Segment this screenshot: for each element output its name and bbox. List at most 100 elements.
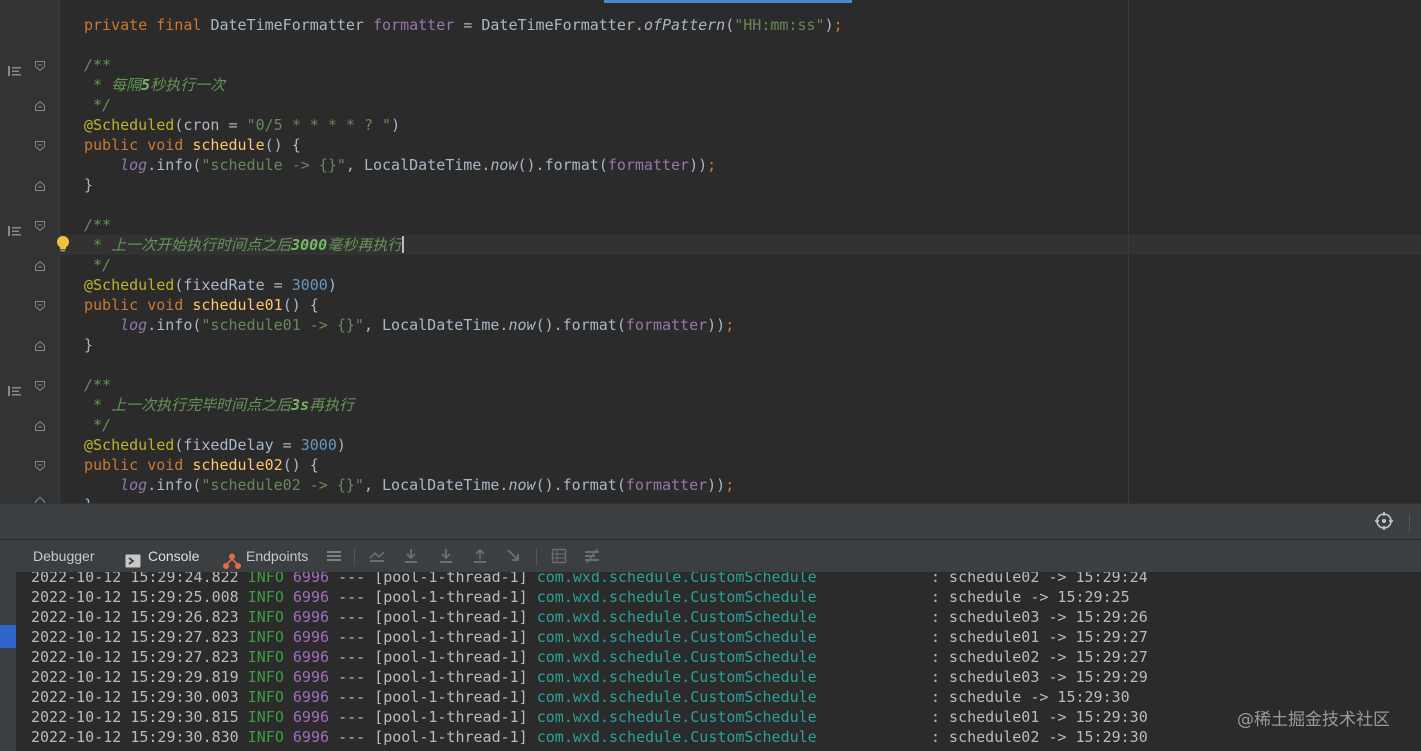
code-line[interactable]: log.info("schedule01 -> {}", LocalDateTi… xyxy=(84,315,843,335)
log-class: com.wxd.schedule.CustomSchedule xyxy=(536,572,817,586)
fold-end-icon[interactable] xyxy=(35,101,45,111)
log-line[interactable]: 2022-10-12 15:29:24.822 INFO 6996 --- [p… xyxy=(31,572,1148,587)
active-tab-indicator xyxy=(604,0,852,3)
code-line[interactable]: public void schedule02() { xyxy=(84,455,843,475)
tab-endpoints[interactable]: Endpoints xyxy=(223,540,308,573)
fold-collapse-icon[interactable] xyxy=(35,381,45,391)
code-token: */ xyxy=(84,256,112,274)
code-token: .info( xyxy=(147,156,202,174)
log-level: INFO xyxy=(247,588,284,606)
code-token: , LocalDateTime. xyxy=(363,316,509,334)
code-line[interactable]: /** xyxy=(84,375,843,395)
fold-collapse-icon[interactable] xyxy=(35,461,45,471)
tab-debugger[interactable]: Debugger xyxy=(33,540,95,573)
code-line[interactable]: log.info("schedule02 -> {}", LocalDateTi… xyxy=(84,475,843,495)
log-timestamp: 2022-10-12 15:29:25.008 xyxy=(31,588,239,606)
fold-collapse-icon[interactable] xyxy=(35,141,45,151)
evaluate-expression-icon[interactable] xyxy=(551,548,567,564)
log-line[interactable]: 2022-10-12 15:29:27.823 INFO 6996 --- [p… xyxy=(31,627,1148,647)
code-token: )) xyxy=(707,316,726,334)
crosshair-icon[interactable] xyxy=(1375,512,1393,530)
code-token: log xyxy=(120,316,148,334)
tab-console-label: Console xyxy=(148,548,200,564)
menu-icon[interactable] xyxy=(326,548,342,564)
fold-end-icon[interactable] xyxy=(35,181,45,191)
fold-collapse-icon[interactable] xyxy=(35,61,45,71)
code-line[interactable]: * 上一次执行完毕时间点之后3s再执行 xyxy=(84,395,843,415)
code-line[interactable]: @Scheduled(fixedRate = 3000) xyxy=(84,275,843,295)
implementation-marker-icon[interactable] xyxy=(8,61,22,76)
log-line[interactable]: 2022-10-12 15:29:27.823 INFO 6996 --- [p… xyxy=(31,647,1148,667)
code-line[interactable]: } xyxy=(84,495,843,503)
log-level: INFO xyxy=(247,708,284,726)
code-line[interactable]: } xyxy=(84,175,843,195)
fold-end-icon[interactable] xyxy=(35,261,45,271)
log-timestamp: 2022-10-12 15:29:30.003 xyxy=(31,688,239,706)
run-to-cursor-icon[interactable] xyxy=(506,548,522,564)
code-line[interactable]: * 每隔5秒执行一次 xyxy=(84,75,843,95)
code-token: .info( xyxy=(147,316,202,334)
lightbulb-icon[interactable] xyxy=(55,235,71,253)
fold-end-icon[interactable] xyxy=(35,421,45,431)
source-code[interactable]: private final DateTimeFormatter formatte… xyxy=(84,15,843,503)
code-line[interactable]: * 上一次开始执行时间点之后3000毫秒再执行 xyxy=(84,235,843,255)
log-timestamp: 2022-10-12 15:29:27.823 xyxy=(31,648,239,666)
code-token: ) xyxy=(327,276,337,294)
code-line[interactable] xyxy=(84,355,843,375)
code-token: 3s xyxy=(291,396,310,414)
code-editor[interactable]: private final DateTimeFormatter formatte… xyxy=(0,0,1421,503)
tab-console[interactable]: Console xyxy=(125,540,199,573)
log-pid: 6996 xyxy=(292,648,330,666)
step-out-icon[interactable] xyxy=(472,548,488,564)
toolbar-separator xyxy=(354,548,355,566)
fold-collapse-icon[interactable] xyxy=(35,301,45,311)
log-class: com.wxd.schedule.CustomSchedule xyxy=(536,608,817,626)
code-token: .info( xyxy=(147,476,202,494)
code-line[interactable] xyxy=(84,35,843,55)
fold-collapse-icon[interactable] xyxy=(35,221,45,231)
code-token: @Scheduled xyxy=(84,276,175,294)
log-line[interactable]: 2022-10-12 15:29:25.008 INFO 6996 --- [p… xyxy=(31,587,1130,607)
trace-icon[interactable] xyxy=(584,548,600,564)
code-line[interactable]: /** xyxy=(84,215,843,235)
code-token: 3000 xyxy=(291,276,328,294)
log-line[interactable]: 2022-10-12 15:29:26.823 INFO 6996 --- [p… xyxy=(31,607,1148,627)
log-line[interactable]: 2022-10-12 15:29:30.003 INFO 6996 --- [p… xyxy=(31,687,1130,707)
log-timestamp: 2022-10-12 15:29:30.815 xyxy=(31,708,239,726)
code-line[interactable]: */ xyxy=(84,255,843,275)
log-thread: [pool-1-thread-1] xyxy=(374,608,528,626)
implementation-marker-icon[interactable] xyxy=(8,221,22,236)
log-line[interactable]: 2022-10-12 15:29:30.830 INFO 6996 --- [p… xyxy=(31,727,1148,747)
code-line[interactable]: public void schedule() { xyxy=(84,135,843,155)
code-line[interactable]: */ xyxy=(84,415,843,435)
code-line[interactable]: */ xyxy=(84,95,843,115)
log-message: : schedule01 -> 15:29:30 xyxy=(931,708,1148,726)
code-line[interactable]: private final DateTimeFormatter formatte… xyxy=(84,15,843,35)
code-token: /** xyxy=(84,376,112,394)
log-class: com.wxd.schedule.CustomSchedule xyxy=(536,688,817,706)
code-token: () { xyxy=(282,296,319,314)
code-token: ; xyxy=(725,316,735,334)
code-line[interactable]: log.info("schedule -> {}", LocalDateTime… xyxy=(84,155,843,175)
step-into-icon[interactable] xyxy=(438,548,454,564)
show-execution-point-icon[interactable] xyxy=(369,548,385,564)
step-over-icon[interactable] xyxy=(403,548,419,564)
code-line[interactable]: } xyxy=(84,335,843,355)
log-class: com.wxd.schedule.CustomSchedule xyxy=(536,708,817,726)
log-level: INFO xyxy=(247,572,284,586)
fold-end-icon[interactable] xyxy=(35,341,45,351)
code-line[interactable]: public void schedule01() { xyxy=(84,295,843,315)
implementation-marker-icon[interactable] xyxy=(8,381,22,396)
code-line[interactable] xyxy=(84,195,843,215)
code-line[interactable]: @Scheduled(fixedDelay = 3000) xyxy=(84,435,843,455)
code-token: , LocalDateTime. xyxy=(345,156,491,174)
code-line[interactable]: /** xyxy=(84,55,843,75)
code-token: ().format( xyxy=(535,316,626,334)
code-line[interactable]: @Scheduled(cron = "0/5 * * * * ? ") xyxy=(84,115,843,135)
log-line[interactable]: 2022-10-12 15:29:30.815 INFO 6996 --- [p… xyxy=(31,707,1148,727)
log-level: INFO xyxy=(247,648,284,666)
log-line[interactable]: 2022-10-12 15:29:29.819 INFO 6996 --- [p… xyxy=(31,667,1148,687)
console-output[interactable]: 2022-10-12 15:29:24.822 INFO 6996 --- [p… xyxy=(0,572,1421,751)
